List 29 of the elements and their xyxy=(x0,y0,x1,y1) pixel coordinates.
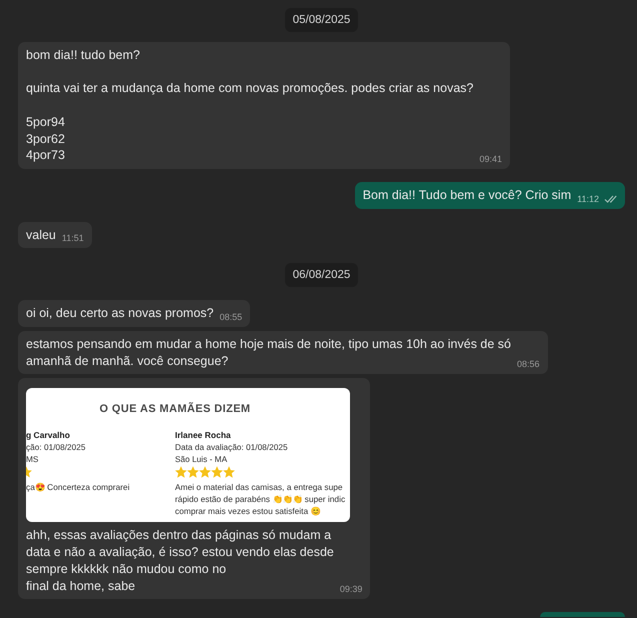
reviewer-name: g Carvalho xyxy=(26,429,70,442)
review-text: ça😍 Concerteza comprarei xyxy=(26,481,130,494)
star-icon xyxy=(175,466,187,478)
date-label: 05/08/2025 xyxy=(284,8,358,32)
message-time: 11:51 xyxy=(62,232,84,244)
message-time: 09:39 xyxy=(340,583,362,596)
review-location: São Luis - MA xyxy=(175,453,228,466)
message-text: Bom dia!! Tudo bem e você? Crio sim xyxy=(362,186,572,204)
message-time: 11:12 xyxy=(577,192,599,205)
star-icon xyxy=(26,466,32,478)
reviewer-name: Irlanee Rocha xyxy=(175,429,231,442)
message-text: bom dia!! tudo bem? quinta vai ter a mudança da home com novas promoções. podes criar as novas? 5por94 3por62 4por73 xyxy=(26,47,474,164)
message-time: 09:41 xyxy=(479,152,502,165)
section-title: O QUE AS MAMÃES DIZEM xyxy=(98,402,252,416)
review-date: Data da avaliação: 01/08/2025 xyxy=(175,441,288,454)
star-icon xyxy=(187,466,199,478)
review-date: ção: 01/08/2025 xyxy=(26,441,86,454)
review-location: MS xyxy=(26,453,38,466)
message-text: oi oi, deu certo as novas promos? xyxy=(26,305,214,322)
star-icon xyxy=(223,466,235,478)
star-icon xyxy=(211,466,223,478)
message-text: valeu xyxy=(26,226,56,244)
review-text: Amei o material das camisas, a entrega supe rápido estão de parabéns 👏👏👏 super indic comprar mais vezes estou satisfeita 😊 xyxy=(175,481,346,518)
message-time: 08:55 xyxy=(220,311,242,324)
message-time: 08:56 xyxy=(517,358,540,370)
star-icon xyxy=(199,466,211,478)
message-text: estamos pensando em mudar a home hoje mais de noite, tipo umas 10h ao invés de só amanhã de manhã. você consegue? xyxy=(26,336,512,370)
message-text: ahh, essas avaliações dentro das páginas só mudam a data e não a avaliação, é isso? estou vendo elas desde sempre kkkkkk não mudou como no final da home, sabe xyxy=(26,527,334,594)
date-label: 06/08/2025 xyxy=(284,263,358,288)
